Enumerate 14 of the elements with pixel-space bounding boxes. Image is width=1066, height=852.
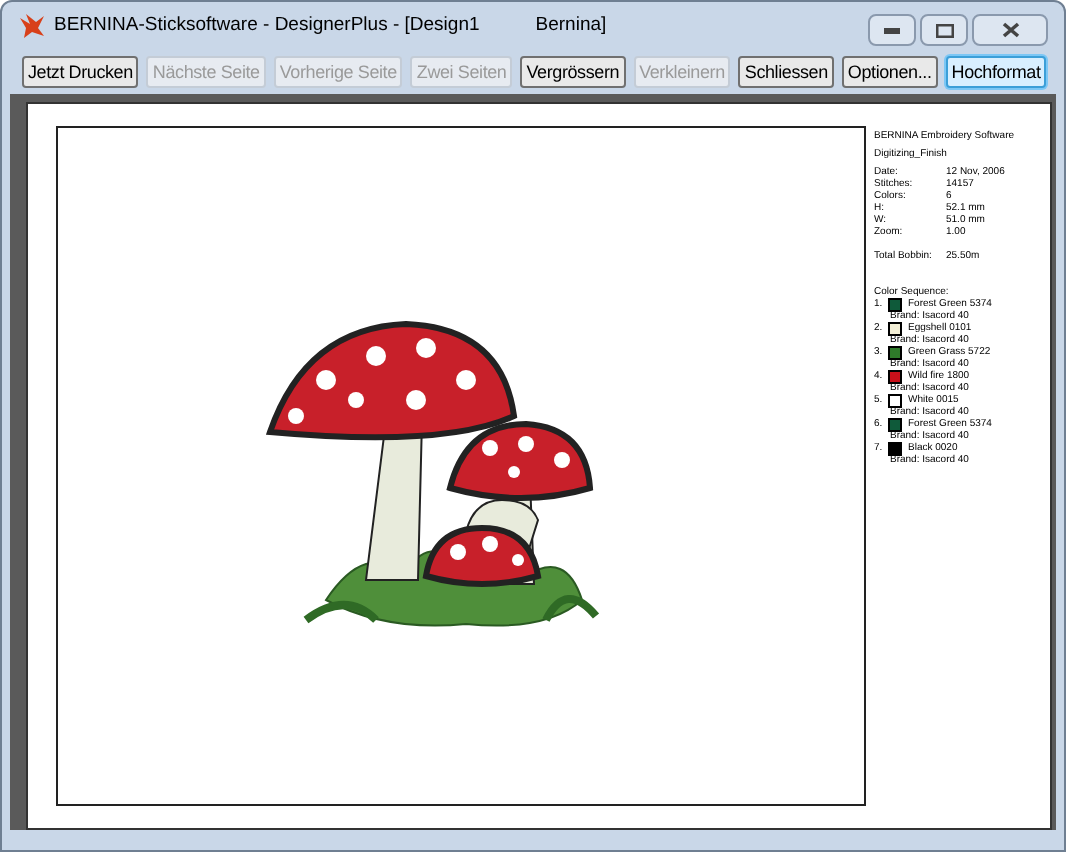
toolbar-button[interactable]: Vergrössern (520, 56, 626, 88)
minimize-button[interactable] (868, 14, 916, 46)
close-icon (1001, 22, 1019, 38)
toolbar-button[interactable]: Hochformat (945, 56, 1047, 88)
toolbar-button[interactable]: Schliessen (738, 56, 834, 88)
maximize-icon (935, 23, 953, 37)
toolbar-button[interactable]: Optionen... (841, 56, 938, 88)
toolbar-button[interactable]: Jetzt Drucken (22, 56, 139, 88)
window-title: BERNINA-Sticksoftware - DesignerPlus - [Design1 (54, 11, 480, 40)
window-title-extra: Bernina] (535, 11, 607, 40)
app-logo-icon (18, 14, 46, 38)
minimize-icon (884, 27, 900, 33)
close-button[interactable] (972, 14, 1048, 46)
maximize-button[interactable] (920, 14, 968, 46)
